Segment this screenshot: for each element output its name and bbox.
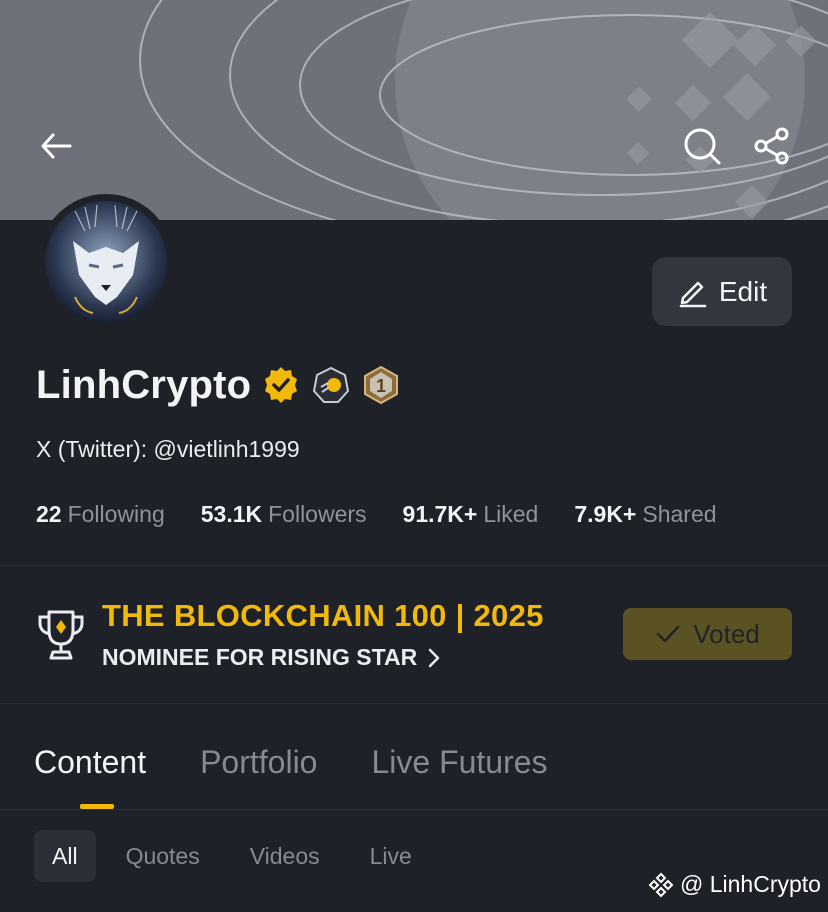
stat-following[interactable]: 22 Following — [36, 501, 165, 528]
filter-quotes[interactable]: Quotes — [106, 830, 220, 882]
banner-pattern — [139, 0, 828, 220]
chevron-right-icon — [428, 648, 440, 667]
stat-label: Shared — [642, 501, 717, 527]
search-button[interactable] — [678, 122, 726, 170]
verified-badge-icon[interactable] — [261, 365, 301, 405]
edit-label: Edit — [718, 275, 768, 307]
rocket-badge-icon[interactable] — [311, 365, 351, 405]
stat-value: 7.9K+ — [574, 501, 637, 527]
edit-profile-button[interactable]: Edit — [652, 257, 792, 326]
tab-live-futures[interactable]: Live Futures — [371, 744, 547, 781]
voted-label: Voted — [693, 618, 760, 649]
voted-button[interactable]: Voted — [623, 608, 792, 660]
award-banner: THE BLOCKCHAIN 100 | 2025 NOMINEE FOR RI… — [36, 598, 792, 678]
checkmark-icon — [656, 625, 680, 643]
rank-badge-icon[interactable]: 1 — [361, 365, 401, 405]
filter-all[interactable]: All — [34, 830, 96, 882]
avatar[interactable] — [38, 194, 174, 330]
watermark-text: @ LinhCrypto — [680, 871, 821, 897]
stat-label: Liked — [483, 501, 539, 527]
tab-portfolio[interactable]: Portfolio — [200, 744, 317, 781]
stat-liked: 91.7K+ Liked — [403, 501, 539, 528]
rank-badge-number: 1 — [376, 376, 386, 396]
watermark: @ LinhCrypto — [648, 871, 821, 898]
profile-name-row: LinhCrypto 1 — [36, 358, 401, 412]
trophy-icon — [38, 610, 84, 660]
social-handle[interactable]: X (Twitter): @vietlinh1999 — [36, 436, 300, 463]
profile-name: LinhCrypto — [36, 362, 252, 407]
divider — [0, 703, 828, 704]
divider — [0, 809, 828, 810]
profile-banner — [0, 0, 828, 220]
stat-value: 22 — [36, 501, 62, 527]
award-subtitle-link[interactable]: NOMINEE FOR RISING STAR — [102, 644, 441, 671]
stat-label: Following — [67, 501, 165, 527]
search-icon — [684, 128, 721, 165]
filter-videos[interactable]: Videos — [230, 830, 340, 882]
profile-stats: 22 Following 53.1K Followers 91.7K+ Liked 7… — [36, 501, 717, 528]
divider — [0, 565, 828, 566]
stat-label: Followers — [268, 501, 367, 527]
award-title: THE BLOCKCHAIN 100 | 2025 — [102, 598, 544, 633]
wolf-avatar-image — [45, 201, 167, 323]
content-tabs: Content Portfolio Live Futures — [34, 744, 548, 781]
arrow-left-icon — [41, 133, 72, 159]
stat-followers[interactable]: 53.1K Followers — [201, 501, 367, 528]
stat-shared: 7.9K+ Shared — [574, 501, 716, 528]
back-button[interactable] — [32, 122, 80, 170]
stat-value: 91.7K+ — [402, 501, 478, 527]
award-subtitle: NOMINEE FOR RISING STAR — [102, 644, 418, 670]
content-filters: All Quotes Videos Live — [34, 830, 432, 882]
share-button[interactable] — [748, 122, 796, 170]
tab-content[interactable]: Content — [34, 744, 146, 781]
share-icon — [754, 127, 789, 165]
pencil-icon — [679, 281, 707, 307]
stat-value: 53.1K — [200, 501, 263, 527]
binance-logo-icon — [648, 872, 674, 897]
filter-live[interactable]: Live — [350, 830, 432, 882]
